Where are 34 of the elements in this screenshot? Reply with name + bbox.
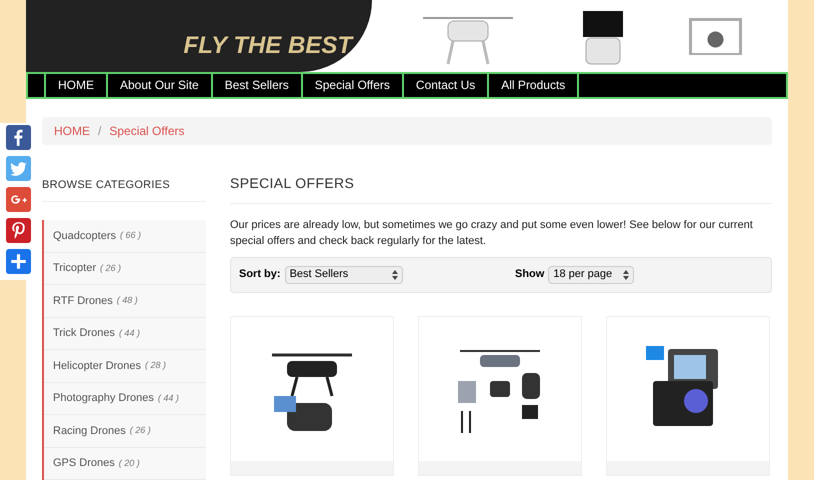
select-arrows-icon <box>623 270 630 280</box>
nav-link[interactable]: About Our Site <box>108 74 213 96</box>
breadcrumb-separator: / <box>98 122 102 140</box>
category-link[interactable]: Tricopter ( 26 ) <box>44 252 206 285</box>
category-link[interactable]: Racing Drones ( 26 ) <box>44 415 206 448</box>
breadcrumb-link[interactable]: Special Offers <box>109 122 184 140</box>
category-link[interactable]: GPS Drones ( 20 ) <box>44 448 206 480</box>
category-link[interactable]: RTF Drones ( 48 ) <box>44 285 206 318</box>
nav-link[interactable]: All Products <box>489 74 580 96</box>
category-link[interactable]: Quadcopters ( 66 ) <box>44 220 206 252</box>
google-plus-icon[interactable] <box>6 187 30 212</box>
facebook-icon[interactable] <box>6 125 30 150</box>
nav-link[interactable]: Best Sellers <box>212 74 303 96</box>
page-heading: SPECIAL OFFERS <box>230 162 772 204</box>
product-card[interactable] <box>418 316 582 476</box>
per-page-dropdown[interactable]: 18 per page <box>548 266 634 284</box>
share-plus-icon[interactable] <box>6 249 30 274</box>
nav-link[interactable]: Special Offers <box>302 74 404 96</box>
category-link[interactable]: Helicopter Drones ( 28 ) <box>44 350 206 382</box>
category-link[interactable]: Trick Drones ( 44 ) <box>44 318 206 350</box>
category-link[interactable]: Photography Drones ( 44 ) <box>44 382 206 415</box>
select-arrows-icon <box>392 270 398 280</box>
pinterest-icon[interactable] <box>6 218 30 243</box>
product-card[interactable] <box>230 316 394 476</box>
banner-slogan: FLY THE BEST <box>184 31 352 61</box>
sort-label: Sort by: <box>239 267 281 282</box>
show-label: Show <box>515 267 544 282</box>
nav-link[interactable]: HOME <box>46 74 108 96</box>
product-card[interactable] <box>606 316 770 476</box>
sidebar-heading: BROWSE CATEGORIES <box>42 162 206 202</box>
breadcrumb-link[interactable]: HOME <box>54 122 90 140</box>
nav-link[interactable]: Contact Us <box>404 74 490 96</box>
intro-paragraph: Our prices are already low, but sometimes we go crazy and put some even lower! See below for our current special offers and check back regularly for the latest. <box>230 218 754 248</box>
sort-dropdown[interactable]: Best Sellers <box>284 266 403 284</box>
